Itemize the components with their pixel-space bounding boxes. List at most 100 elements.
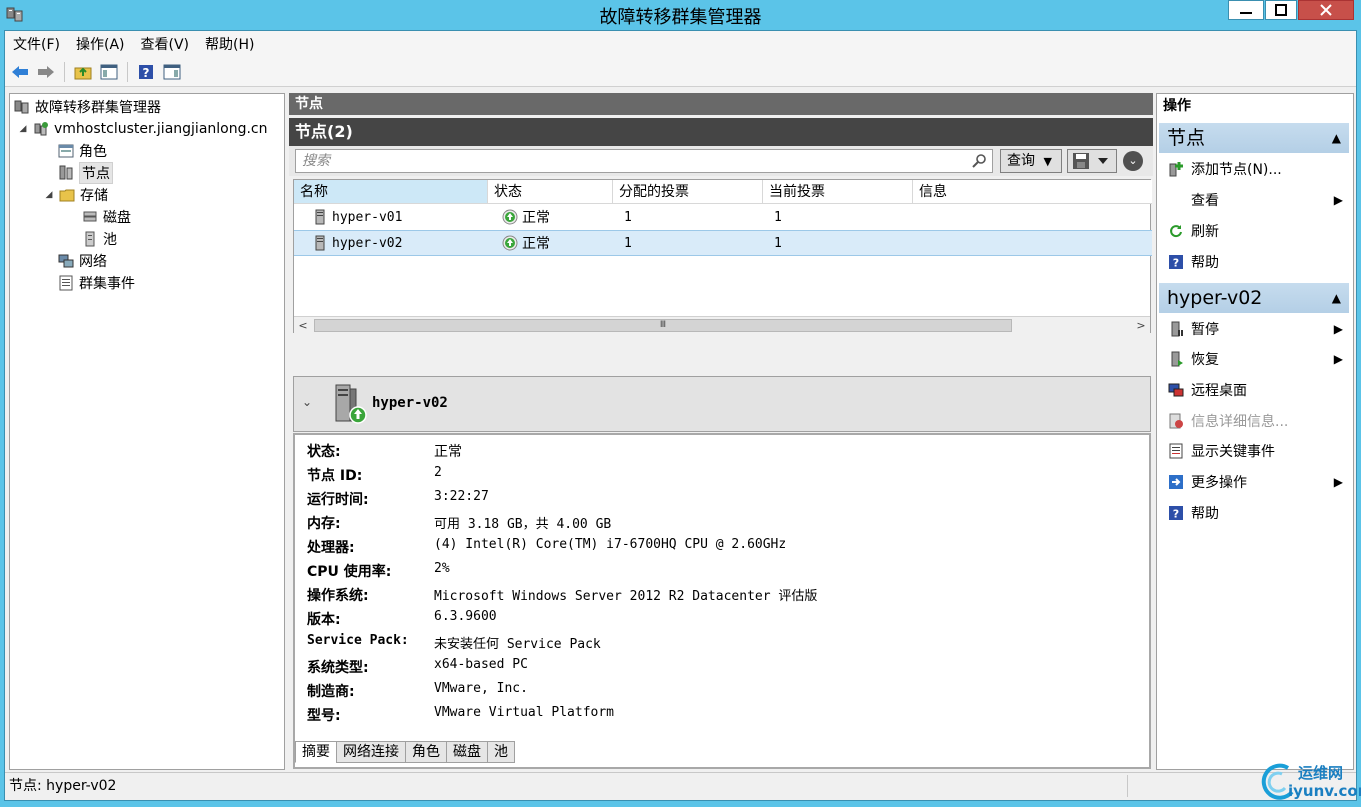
submenu-arrow-icon: ▶	[1333, 193, 1343, 207]
property-row: 运行时间: 3:22:27	[307, 489, 489, 511]
property-value: 正常	[434, 444, 462, 460]
toolbar-separator	[64, 61, 65, 82]
property-value: 未安装任何 Service Pack	[434, 637, 601, 652]
tab-disks[interactable]: 磁盘	[446, 741, 488, 763]
collapse-up-icon[interactable]: ▲	[1332, 283, 1341, 313]
scroll-right-icon[interactable]: >	[1132, 317, 1150, 334]
tree-item-events[interactable]: 群集事件	[58, 272, 135, 294]
collapse-chevron-icon[interactable]: ⌄	[302, 395, 312, 409]
minimize-button[interactable]	[1228, 0, 1264, 20]
title-bar: 故障转移群集管理器	[0, 0, 1361, 30]
action-add-node[interactable]: 添加节点(N)...	[1161, 155, 1347, 183]
close-icon	[1320, 4, 1332, 16]
details-panel: 状态: 正常 节点 ID: 2 运行时间: 3:22:27 内存: 可用 3.18 GB…	[293, 433, 1151, 769]
save-query-button[interactable]	[1067, 149, 1117, 173]
property-row: 操作系统: Microsoft Windows Server 2012 R2 Da…	[307, 585, 817, 607]
column-header-info[interactable]: 信息	[913, 180, 1152, 204]
row-name-cell: hyper-v02	[312, 230, 402, 256]
status-up-icon	[502, 235, 518, 251]
action-resume[interactable]: 恢复 ▶	[1161, 345, 1347, 373]
collapse-icon[interactable]: ◢	[44, 190, 54, 200]
tree-item-storage[interactable]: ◢ 存储	[44, 184, 108, 206]
column-header-current-votes[interactable]: 当前投票	[763, 180, 913, 204]
status-up-icon	[502, 209, 518, 225]
row-current-votes: 1	[774, 209, 782, 225]
minimize-icon	[1240, 12, 1252, 14]
row-assigned-votes: 1	[624, 209, 632, 225]
query-button[interactable]: 查询 ▼	[1000, 149, 1062, 173]
property-key: 处理器:	[307, 540, 355, 556]
collapse-icon[interactable]: ◢	[18, 124, 28, 134]
svg-text:?: ?	[1173, 508, 1179, 521]
add-node-icon	[1169, 162, 1183, 177]
tab-pools[interactable]: 池	[487, 741, 515, 763]
details-tabs: 摘要 网络连接 角色 磁盘 池	[295, 741, 515, 763]
tree-item-nodes[interactable]: 节点	[58, 162, 113, 184]
maximize-button[interactable]	[1265, 0, 1297, 20]
tree-item-root[interactable]: 故障转移群集管理器	[14, 96, 161, 118]
action-view[interactable]: 查看 ▶	[1161, 186, 1347, 214]
property-key: 内存:	[307, 516, 341, 532]
forward-button[interactable]	[35, 61, 57, 83]
property-key: 操作系统:	[307, 588, 369, 604]
action-show-critical-events[interactable]: 显示关键事件	[1161, 437, 1347, 465]
help-toolbar-button[interactable]: ?	[135, 61, 157, 83]
table-row[interactable]: hyper-v01 正常 1 1	[294, 204, 1152, 230]
show-hide-tree-button[interactable]	[98, 61, 120, 83]
save-icon	[1073, 153, 1108, 169]
action-more-actions[interactable]: 更多操作 ▶	[1161, 468, 1347, 496]
action-help[interactable]: ? 帮助	[1161, 248, 1347, 276]
action-help-node[interactable]: ? 帮助	[1161, 499, 1347, 527]
collapse-up-icon[interactable]: ▲	[1332, 123, 1341, 153]
scroll-thumb[interactable]: Ⅲ	[314, 319, 1012, 332]
back-button[interactable]	[9, 61, 31, 83]
actions-section-node[interactable]: hyper-v02 ▲	[1159, 283, 1349, 313]
main-window: 文件(F) 操作(A) 查看(V) 帮助(H) ? 故障转移群集管理器 ◢ vm…	[4, 30, 1357, 801]
show-hide-action-pane-button[interactable]	[161, 61, 183, 83]
search-icon[interactable]	[972, 153, 988, 169]
property-key: CPU 使用率:	[307, 564, 392, 580]
details-header: ⌄ hyper-v02	[293, 376, 1151, 432]
row-status: 正常	[522, 236, 550, 252]
column-header-status[interactable]: 状态	[488, 180, 613, 204]
row-current-votes: 1	[774, 235, 782, 251]
console-tree-icon	[100, 64, 118, 79]
close-button[interactable]	[1298, 0, 1354, 20]
column-header-name[interactable]: 名称	[294, 180, 488, 204]
action-refresh[interactable]: 刷新	[1161, 217, 1347, 245]
action-remote-desktop[interactable]: 远程桌面	[1161, 376, 1347, 404]
menu-file[interactable]: 文件(F)	[13, 34, 60, 54]
expand-chevron-icon[interactable]: ⌄	[1123, 151, 1143, 171]
cluster-events-icon	[59, 275, 73, 291]
tab-network-connections[interactable]: 网络连接	[336, 741, 406, 763]
tab-summary[interactable]: 摘要	[295, 741, 337, 763]
refresh-icon	[1170, 225, 1182, 238]
action-label: 更多操作	[1191, 475, 1247, 491]
tree-item-roles[interactable]: 角色	[58, 140, 107, 162]
menu-view[interactable]: 查看(V)	[141, 34, 190, 54]
property-key: 型号:	[307, 708, 341, 724]
property-row: 版本: 6.3.9600	[307, 609, 497, 631]
horizontal-scrollbar[interactable]: < Ⅲ >	[294, 316, 1150, 333]
tree-item-cluster[interactable]: ◢ vmhostcluster.jiangjianlong.cn	[18, 118, 268, 140]
server-node-icon	[315, 235, 325, 251]
action-info-details[interactable]: 信息详细信息...	[1161, 407, 1347, 435]
up-folder-button[interactable]	[72, 61, 94, 83]
property-row: 节点 ID: 2	[307, 465, 442, 487]
help-icon: ?	[139, 64, 153, 80]
property-row: CPU 使用率: 2%	[307, 561, 450, 583]
tree-item-disks[interactable]: 磁盘	[82, 206, 131, 228]
tab-roles[interactable]: 角色	[405, 741, 447, 763]
table-row[interactable]: hyper-v02 正常 1 1	[294, 230, 1152, 256]
tree-item-pools[interactable]: 池	[82, 228, 117, 250]
actions-section-nodes[interactable]: 节点 ▲	[1159, 123, 1349, 153]
action-label: 刷新	[1191, 224, 1219, 240]
search-input[interactable]: 搜索	[295, 149, 993, 173]
column-header-assigned-votes[interactable]: 分配的投票	[613, 180, 763, 204]
action-pause[interactable]: 暂停 ▶	[1161, 315, 1347, 343]
help-icon: ?	[1169, 255, 1183, 269]
tree-item-network[interactable]: 网络	[58, 250, 107, 272]
menu-action[interactable]: 操作(A)	[76, 34, 125, 54]
scroll-left-icon[interactable]: <	[294, 317, 312, 334]
menu-help[interactable]: 帮助(H)	[205, 34, 254, 54]
